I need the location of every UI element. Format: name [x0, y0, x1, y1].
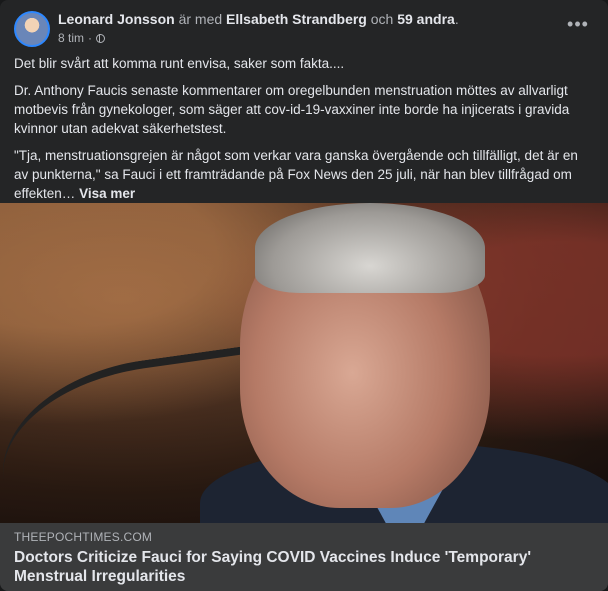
post-paragraph-2: Dr. Anthony Faucis senaste kommentarer o… — [14, 83, 570, 136]
see-more-link[interactable]: Visa mer — [79, 186, 135, 201]
and-text: och — [370, 11, 394, 27]
more-options-icon[interactable]: ••• — [564, 15, 592, 37]
post-header: Leonard Jonsson är med Ellsabeth Strandb… — [14, 11, 598, 51]
post-paragraph-1: Det blir svårt att komma runt envisa, sa… — [14, 56, 345, 71]
post-meta: Leonard Jonsson är med Ellsabeth Strandb… — [58, 11, 558, 45]
post-subline: 8 tim · — [58, 31, 558, 45]
link-title[interactable]: Doctors Criticize Fauci for Saying COVID… — [14, 548, 548, 586]
link-domain: THEEPOCHTIMES.COM — [14, 530, 153, 544]
post-body: Det blir svårt att komma runt envisa, sa… — [14, 54, 594, 211]
globe-icon — [96, 33, 106, 43]
period-text: . — [454, 11, 459, 27]
tagged-name[interactable]: Ellsabeth Strandberg — [226, 11, 367, 27]
others-link[interactable]: 59 andra — [397, 11, 455, 27]
with-text: är med — [178, 11, 223, 27]
separator-dot: · — [88, 31, 93, 45]
link-preview-card[interactable]: THEEPOCHTIMES.COM Doctors Criticize Fauc… — [0, 523, 608, 591]
avatar[interactable] — [14, 11, 50, 47]
author-name[interactable]: Leonard Jonsson — [58, 11, 175, 27]
author-line: Leonard Jonsson är med Ellsabeth Strandb… — [58, 11, 558, 28]
post-card: Leonard Jonsson är med Ellsabeth Strandb… — [0, 0, 608, 591]
post-paragraph-3: "Tja, menstruationsgrejen är något som v… — [14, 146, 594, 203]
hair-shape — [255, 203, 485, 293]
timestamp[interactable]: 8 tim — [58, 31, 84, 45]
link-preview-image[interactable] — [0, 203, 608, 523]
